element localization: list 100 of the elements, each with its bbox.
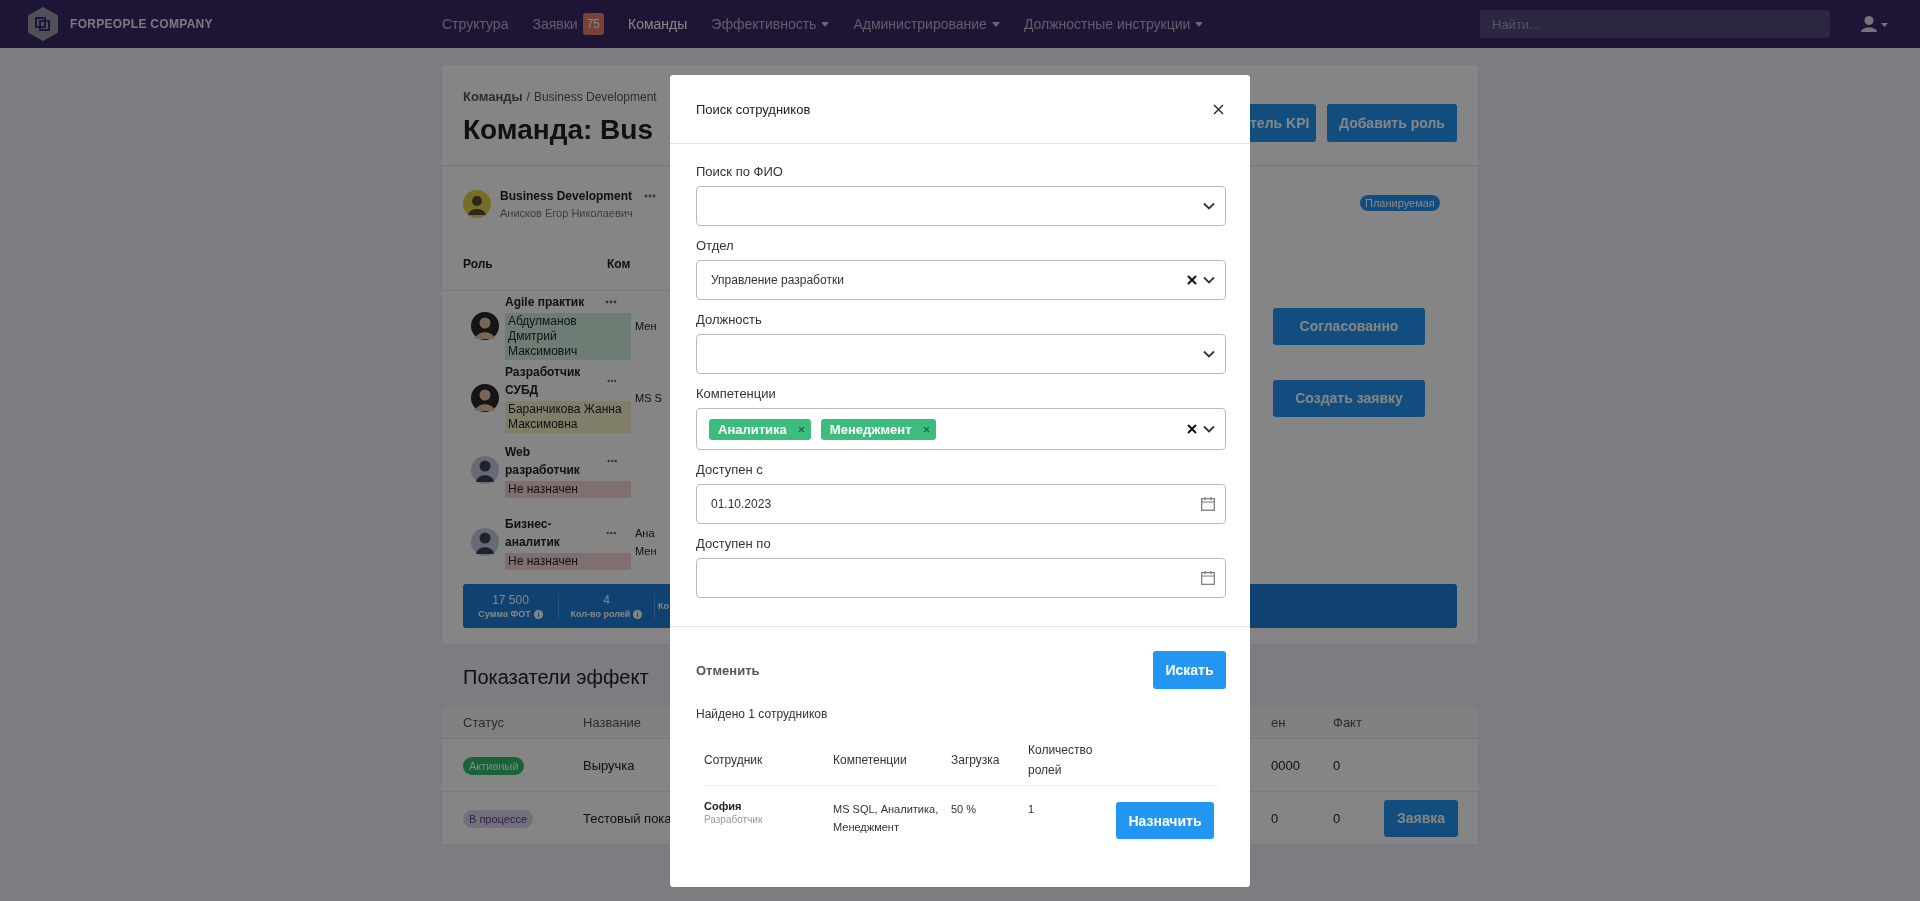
table-cell: Мен — [635, 545, 657, 557]
team-lead: Анисков Егор Николаевич — [500, 207, 634, 219]
more-icon[interactable] — [606, 458, 617, 463]
breadcrumb-current: Business Development — [533, 90, 657, 104]
clear-icon[interactable] — [1187, 275, 1197, 285]
avatar — [463, 190, 491, 218]
clear-icon[interactable] — [1187, 424, 1197, 434]
add-role-button[interactable]: Добавить роль — [1327, 103, 1457, 142]
menu-item[interactable]: Администрирование — [853, 16, 1000, 32]
avatar — [471, 384, 499, 412]
assign-button[interactable]: Назначить — [1116, 802, 1214, 839]
date-value: 01.10.2023 — [710, 497, 772, 511]
selected-value: Управление разработки — [710, 273, 844, 287]
role-name: Web разработчик — [505, 443, 581, 479]
status-badge: Активный — [463, 757, 525, 775]
result-count: Найдено 1 сотрудников — [696, 707, 829, 721]
chevron-down-icon[interactable] — [1203, 202, 1215, 210]
request-button[interactable]: Заявка — [1384, 799, 1458, 837]
chevron-down-icon[interactable] — [1203, 425, 1215, 433]
table-cell-text: 0000 — [1271, 757, 1301, 773]
logo-icon[interactable] — [28, 7, 58, 41]
calendar-icon[interactable] — [1201, 497, 1215, 511]
breadcrumb-separator: / — [526, 90, 530, 104]
column-header: Название — [583, 715, 643, 730]
status-badge: Планируемая — [1360, 195, 1440, 211]
select-field[interactable] — [696, 334, 1226, 374]
page-title: Команда: Bus — [463, 114, 653, 146]
date-field[interactable]: 01.10.2023 — [696, 484, 1226, 524]
stat-label: Кол-во ролей — [570, 609, 631, 619]
person-placeholder-icon — [471, 456, 499, 484]
breadcrumb-link[interactable]: Команды — [463, 89, 523, 104]
table-cell-text: 0 — [1271, 810, 1280, 826]
caret-icon — [1195, 21, 1204, 27]
menu-item[interactable]: Эффективность — [711, 16, 830, 32]
field-label: Компетенции — [696, 386, 777, 401]
field-label: Доступен по — [696, 536, 772, 551]
search-button[interactable]: Искать — [1153, 651, 1226, 689]
menu-item[interactable]: Заявки 75 — [532, 13, 604, 35]
field-label: Должность — [696, 312, 763, 327]
stat-label: Сумма ФОТ — [478, 609, 531, 619]
column-header: Роль — [463, 257, 494, 271]
close-icon[interactable] — [1213, 103, 1224, 115]
assignee-label: Абдулманов Дмитрий Максимович — [505, 312, 631, 360]
caret-icon — [991, 21, 1000, 27]
role-name: Agile практик — [505, 293, 585, 311]
calendar-icon[interactable] — [1201, 571, 1215, 585]
count-badge: 75 — [582, 13, 604, 35]
assignee-label: Не назначен — [505, 480, 631, 498]
date-field[interactable] — [696, 558, 1226, 598]
multi-select-field[interactable]: Аналитика Менеджмент — [696, 408, 1226, 450]
more-icon[interactable] — [605, 299, 617, 304]
person-placeholder-icon — [471, 528, 499, 556]
menu-item[interactable]: Должностные инструкции — [1023, 16, 1204, 32]
chevron-down-icon[interactable] — [1203, 350, 1215, 358]
user-icon[interactable] — [1861, 16, 1889, 32]
more-icon[interactable] — [606, 530, 617, 535]
status-badge: В процессе — [463, 810, 533, 828]
caret-icon — [821, 21, 830, 27]
column-header: Сотрудник — [704, 752, 764, 769]
select-field[interactable]: Управление разработки — [696, 260, 1226, 300]
dialog-title: Поиск сотрудников — [696, 101, 811, 117]
field-label: Доступен с — [696, 462, 764, 477]
employee-position: Разработчик — [704, 814, 764, 825]
remove-icon[interactable] — [797, 425, 805, 433]
assignee-label: Баранчикова Жанна Максимовна — [505, 401, 631, 433]
kpi-button[interactable]: тель KPI — [1250, 103, 1316, 142]
table-cell-text: 1 — [1028, 802, 1036, 817]
menu-item[interactable]: Команды — [628, 16, 688, 32]
role-name: Разработчик СУБД — [505, 364, 582, 399]
role-action-button[interactable]: Создать заявку — [1273, 379, 1425, 417]
role-action-button[interactable]: Согласованно — [1273, 307, 1425, 345]
table-cell-text: 0 — [1333, 757, 1342, 773]
menu-item[interactable]: Структура — [442, 16, 509, 32]
table-cell-text: MS SQL, Аналитика, Менеджмент — [833, 802, 940, 835]
more-icon[interactable] — [644, 194, 657, 198]
table-cell-text: Ана — [635, 527, 656, 539]
info-icon — [633, 609, 643, 619]
column-header: ен — [1271, 715, 1287, 730]
table-cell-text: 50 % — [951, 802, 978, 817]
column-header: Статус — [463, 715, 506, 730]
avatar — [471, 312, 499, 340]
table-cell: MS S — [635, 392, 662, 404]
role-name: Бизнес-аналитик — [505, 515, 561, 551]
column-header: Факт — [1333, 715, 1363, 730]
more-icon[interactable] — [607, 379, 617, 383]
remove-icon[interactable] — [922, 425, 930, 433]
select-field[interactable] — [696, 186, 1226, 226]
stat-value: 4 — [603, 593, 610, 607]
employee-name: София — [704, 800, 743, 812]
team-name: Business Development — [500, 189, 633, 203]
table-cell: Мен — [635, 320, 657, 332]
cancel-button[interactable]: Отменить — [696, 662, 760, 678]
column-header: Загрузка — [951, 752, 1001, 769]
assignee-label: Не назначен — [505, 552, 631, 570]
tag: Аналитика — [709, 418, 811, 440]
table-cell-text: Тестовый пока — [583, 810, 673, 826]
table-cell-text: Выручка — [583, 757, 636, 773]
section-title: Показатели эффект — [463, 666, 649, 689]
column-header: Ком — [607, 257, 631, 271]
chevron-down-icon[interactable] — [1203, 276, 1215, 284]
